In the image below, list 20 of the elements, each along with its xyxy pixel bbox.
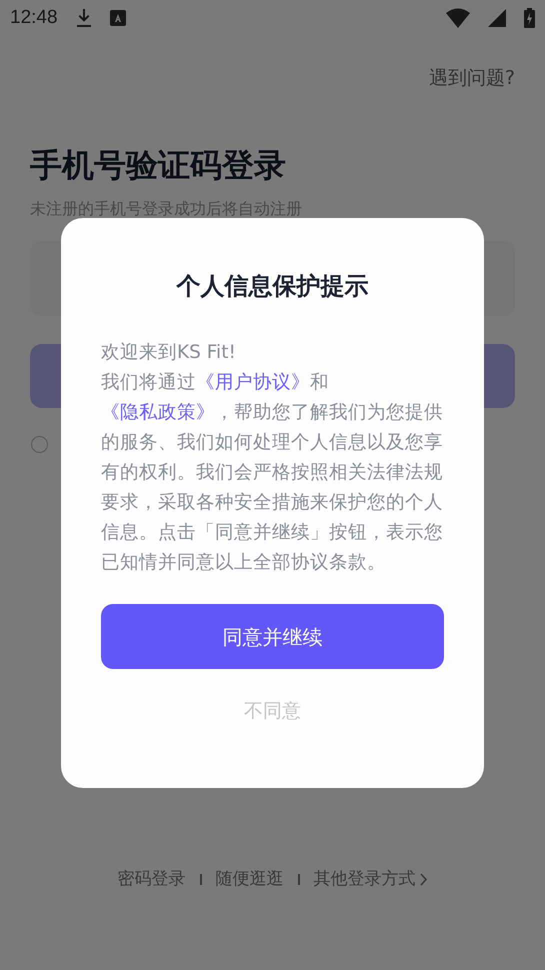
accept-button[interactable]: 同意并继续 xyxy=(101,604,444,669)
wifi-icon xyxy=(446,8,470,28)
battery-icon xyxy=(524,8,535,28)
decline-button[interactable]: 不同意 xyxy=(244,697,301,726)
greeting-text: 欢迎来到KS Fit! xyxy=(101,341,237,365)
keyboard-icon xyxy=(110,10,126,26)
login-option-link[interactable]: 随便逛逛 xyxy=(216,866,284,892)
download-icon xyxy=(76,9,92,27)
agreement-link[interactable]: 《用户协议》 xyxy=(196,372,310,393)
agreement-link[interactable]: 《隐私政策》 xyxy=(101,402,215,423)
login-option-link[interactable]: 密码登录 xyxy=(118,866,186,892)
dialog-title: 个人信息保护提示 xyxy=(176,271,368,302)
help-link[interactable]: 遇到问题? xyxy=(428,64,515,92)
login-option-link[interactable]: 其他登录方式 xyxy=(314,866,428,892)
dialog-body-text: 我们将通过《用户协议》和 《隐私政策》，帮助您了解我们为您提供的服务、我们如何处理个人信息以及您享有的权利。我们会严格按照相关法律法规要求，采取各种安全措施来保护您的个人信息。点击「同意并继续」按钮，表示您已知情并同意以上全部协议条款。 xyxy=(101,371,444,575)
signal-icon xyxy=(488,9,506,27)
agree-checkbox[interactable] xyxy=(31,436,48,452)
page-title: 手机号验证码登录 xyxy=(30,144,287,184)
status-time: 12:48 xyxy=(10,6,58,30)
chevron-right-icon xyxy=(420,872,428,886)
